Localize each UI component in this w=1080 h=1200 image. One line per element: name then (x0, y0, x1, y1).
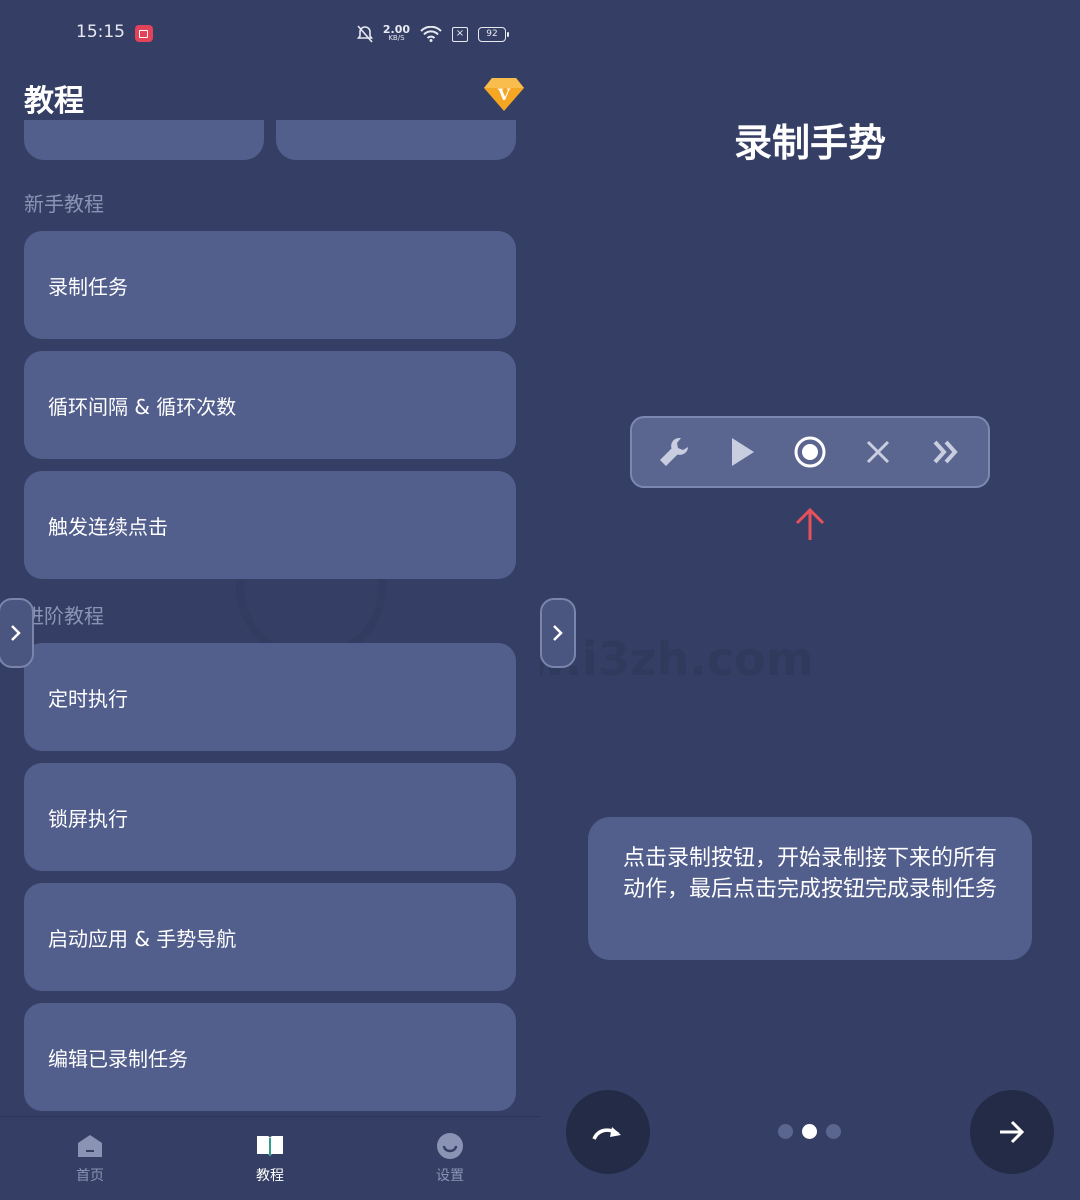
nav-label: 首页 (76, 1168, 104, 1184)
arrow-up-icon (795, 507, 825, 540)
wrench-icon (660, 438, 688, 466)
book-icon (257, 1136, 283, 1157)
expand-button[interactable] (924, 430, 968, 474)
nav-home[interactable]: 首页 (0, 1117, 180, 1200)
nav-tutorial[interactable]: 教程 (180, 1117, 360, 1200)
replay-button[interactable] (566, 1090, 650, 1174)
tutorial-item[interactable]: 锁屏执行 (24, 763, 516, 871)
record-button[interactable] (788, 430, 832, 474)
partial-card[interactable] (276, 120, 516, 160)
tip-text: 点击录制按钮，开始录制接下来的所有动作，最后点击完成按钮完成录制任务 (588, 817, 1032, 960)
tutorial-item[interactable]: 定时执行 (24, 643, 516, 751)
play-button[interactable] (720, 430, 764, 474)
nav-label: 教程 (256, 1168, 284, 1184)
page-dot-active[interactable] (802, 1124, 817, 1139)
svg-text:V: V (497, 85, 511, 104)
floating-toolbar (630, 416, 990, 488)
battery-icon: 92 (478, 26, 509, 42)
tutorial-item[interactable]: 启动应用 & 手势导航 (24, 883, 516, 991)
page-indicator (778, 1124, 841, 1139)
nav-label: 设置 (436, 1168, 464, 1184)
status-icons: 2.00 KB/S × 92 (356, 22, 509, 46)
page-title: 教程 (24, 84, 84, 119)
section-title-beginner: 新手教程 (24, 192, 104, 216)
home-icon (78, 1135, 102, 1157)
page-dot[interactable] (826, 1124, 841, 1139)
bell-muted-icon (356, 25, 373, 43)
play-icon (732, 438, 754, 466)
tutorial-item[interactable]: 循环间隔 & 循环次数 (24, 351, 516, 459)
tutorial-item[interactable]: 录制任务 (24, 231, 516, 339)
double-chevron-icon (933, 440, 958, 464)
close-button[interactable] (856, 430, 900, 474)
chevron-right-icon (11, 625, 21, 641)
watermark-text: www.i3zh.com (540, 632, 814, 686)
settings-button[interactable] (652, 430, 696, 474)
tutorial-screen: 15:15 2.00 KB/S × 92 教程 V 新手教程 录制任务 循环间隔… (0, 0, 540, 1200)
screen-record-icon (135, 25, 153, 42)
redo-arrow-icon (592, 1127, 621, 1140)
nav-settings[interactable]: 设置 (360, 1117, 540, 1200)
bottom-nav: 首页 教程 设置 (0, 1116, 540, 1200)
smile-icon (437, 1133, 463, 1159)
side-expand-handle[interactable] (540, 598, 576, 668)
arrow-right-icon (1000, 1120, 1025, 1144)
record-icon (794, 436, 826, 468)
record-gesture-guide: www.i3zh.com 录制手势 点击录制按钮，开始录制接下来的所有动作，最后… (540, 0, 1080, 1200)
section-title-advanced: 进阶教程 (24, 604, 104, 628)
next-button[interactable] (970, 1090, 1054, 1174)
page-dot[interactable] (778, 1124, 793, 1139)
side-expand-handle[interactable] (0, 598, 34, 668)
vip-diamond-icon[interactable]: V (484, 76, 524, 112)
network-speed: 2.00 KB/S (382, 23, 410, 42)
tutorial-item[interactable]: 编辑已录制任务 (24, 1003, 516, 1111)
no-sim-icon: × (452, 26, 468, 42)
status-time: 15:15 (76, 22, 125, 42)
tutorial-item[interactable]: 触发连续点击 (24, 471, 516, 579)
partial-card[interactable] (24, 120, 264, 160)
close-icon (866, 440, 890, 464)
chevron-right-icon (553, 625, 563, 641)
wifi-icon (420, 26, 442, 42)
guide-title: 录制手势 (733, 121, 886, 165)
